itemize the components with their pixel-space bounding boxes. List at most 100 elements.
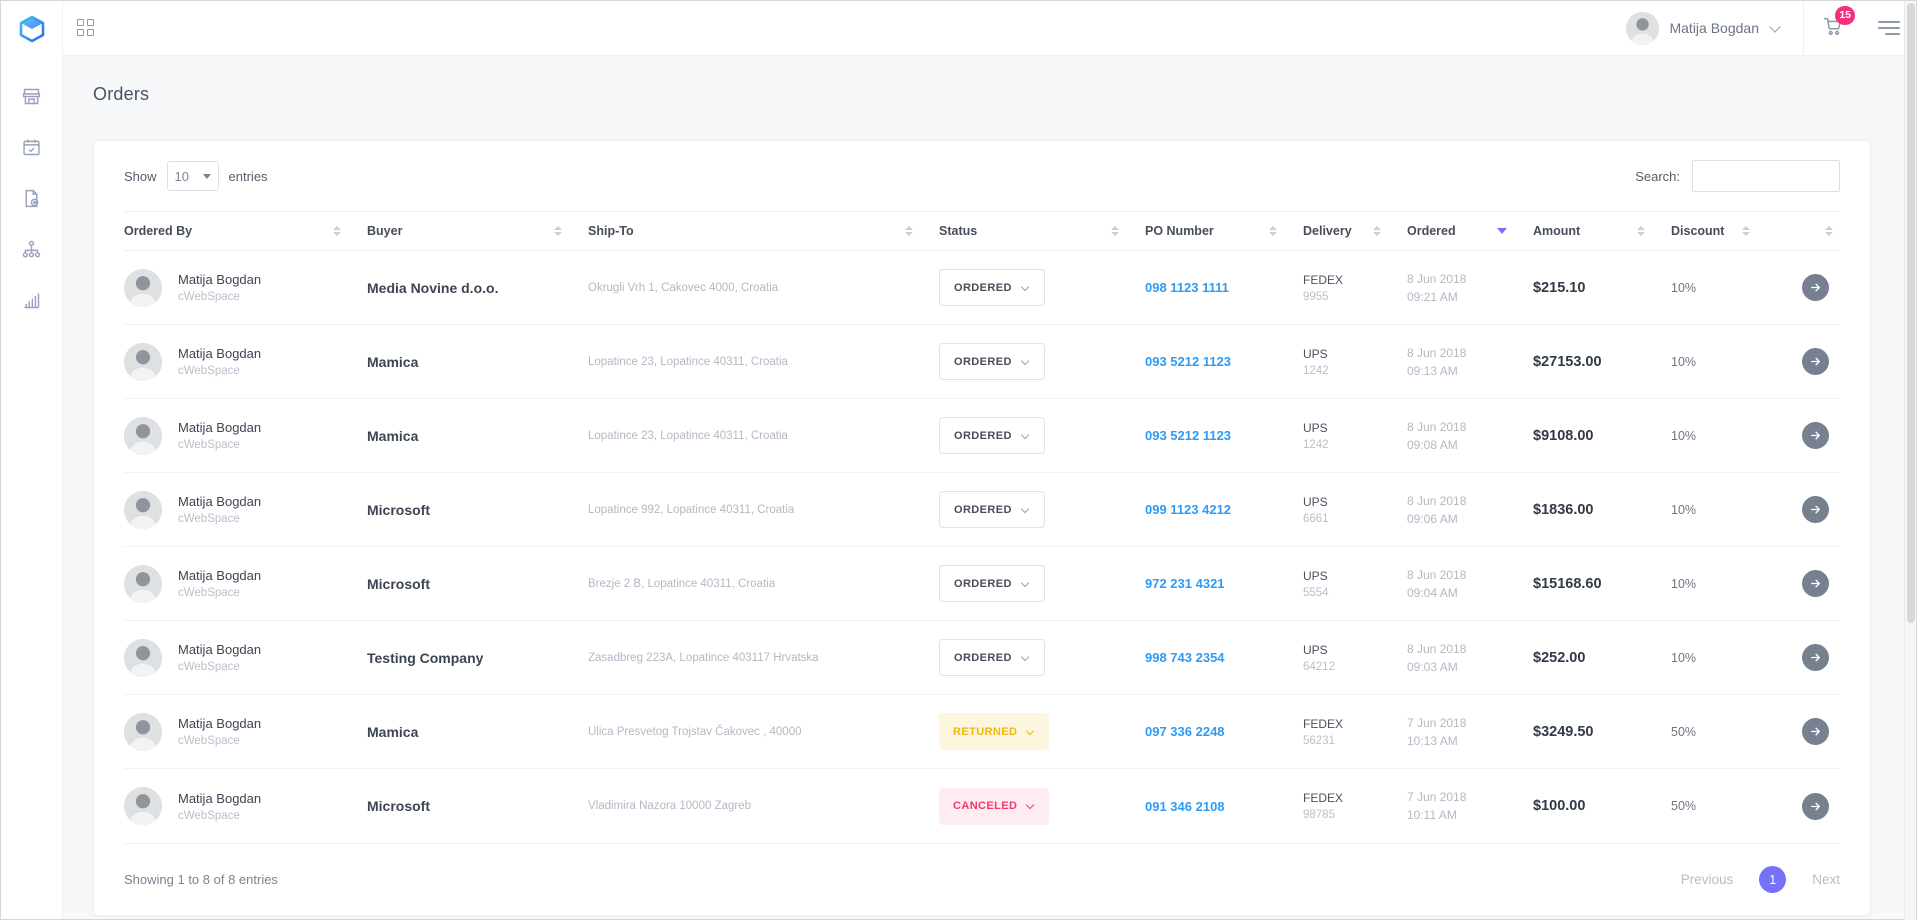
avatar-photo <box>124 417 162 455</box>
ordered-by-cell: Matija Bogdan cWebSpace <box>124 713 367 751</box>
status-button[interactable]: ORDERED <box>939 343 1045 380</box>
avatar <box>124 639 162 677</box>
open-order-button[interactable] <box>1802 496 1829 523</box>
sort-icon[interactable] <box>1497 228 1507 234</box>
po-number-link[interactable]: 099 1123 4212 <box>1145 502 1303 517</box>
status-button[interactable]: ORDERED <box>939 565 1045 602</box>
status-button[interactable]: ORDERED <box>939 491 1045 528</box>
column-header[interactable]: PO Number <box>1145 224 1303 238</box>
page-length-select[interactable]: 10 <box>167 161 219 191</box>
menu-toggle-icon[interactable] <box>1878 21 1900 35</box>
delivery-carrier: FEDEX <box>1303 717 1393 731</box>
delivery-carrier: FEDEX <box>1303 273 1393 287</box>
column-header[interactable] <box>1776 226 1859 236</box>
sidebar-item-reports[interactable] <box>20 288 44 312</box>
cart-count-badge: 15 <box>1835 6 1855 25</box>
open-order-button[interactable] <box>1802 570 1829 597</box>
sort-icon[interactable] <box>1111 226 1119 236</box>
discount-cell: 50% <box>1671 799 1776 813</box>
next-page-button[interactable]: Next <box>1812 872 1840 887</box>
apps-grid-icon[interactable] <box>77 19 95 37</box>
column-header[interactable]: Ordered By <box>124 224 367 238</box>
search-input[interactable] <box>1692 160 1840 192</box>
column-header[interactable]: Discount <box>1671 224 1776 238</box>
delivery-code: 6661 <box>1303 513 1393 525</box>
open-order-button[interactable] <box>1802 793 1829 820</box>
ordered-by-cell: Matija Bogdan cWebSpace <box>124 417 367 455</box>
status-button[interactable]: ORDERED <box>939 269 1045 306</box>
sort-icon[interactable] <box>1637 226 1645 236</box>
buyer-cell: Microsoft <box>367 798 588 814</box>
avatar-photo <box>124 565 162 603</box>
open-order-button[interactable] <box>1802 274 1829 301</box>
page-number-button[interactable]: 1 <box>1759 866 1786 893</box>
sort-icon[interactable] <box>1742 226 1750 236</box>
show-label: Show <box>124 169 157 184</box>
cart-button[interactable]: 15 <box>1822 15 1844 42</box>
delivery-cell: UPS 6661 <box>1303 495 1407 525</box>
ordered-by-cell: Matija Bogdan cWebSpace <box>124 343 367 381</box>
sort-icon[interactable] <box>1269 226 1277 236</box>
status-label: ORDERED <box>954 430 1012 442</box>
column-header[interactable]: Ship-To <box>588 224 939 238</box>
status-button[interactable]: ORDERED <box>939 417 1045 454</box>
sort-icon[interactable] <box>554 226 562 236</box>
column-header[interactable]: Status <box>939 224 1145 238</box>
scrollbar-thumb[interactable] <box>1907 3 1915 623</box>
app-logo[interactable] <box>1 1 62 56</box>
chart-icon <box>21 290 42 311</box>
ordered-cell: 7 Jun 2018 10:11 AM <box>1407 790 1533 822</box>
sidebar-item-calendar[interactable] <box>20 135 44 159</box>
avatar-photo <box>124 491 162 529</box>
po-number-link[interactable]: 093 5212 1123 <box>1145 354 1303 369</box>
vertical-scrollbar[interactable] <box>1904 1 1916 920</box>
column-header[interactable]: Amount <box>1533 224 1671 238</box>
table-row: Matija Bogdan cWebSpace Microsoft Lopati… <box>124 473 1840 547</box>
sort-icon[interactable] <box>333 226 341 236</box>
action-cell <box>1776 644 1859 671</box>
chevron-down-icon <box>1021 430 1029 438</box>
open-order-button[interactable] <box>1802 422 1829 449</box>
action-cell <box>1776 570 1859 597</box>
sort-icon[interactable] <box>1825 226 1833 236</box>
avatar <box>124 713 162 751</box>
ordered-cell: 8 Jun 2018 09:13 AM <box>1407 346 1533 378</box>
delivery-cell: FEDEX 56231 <box>1303 717 1407 747</box>
po-number-link[interactable]: 097 336 2248 <box>1145 724 1303 739</box>
po-number-link[interactable]: 091 346 2108 <box>1145 799 1303 814</box>
sort-icon[interactable] <box>905 226 913 236</box>
po-number-link[interactable]: 098 1123 1111 <box>1145 280 1303 295</box>
sidebar-item-invoices[interactable] <box>20 186 44 210</box>
user-menu[interactable]: Matija Bogdan <box>1626 12 1781 45</box>
previous-page-button[interactable]: Previous <box>1681 872 1734 887</box>
column-header[interactable]: Buyer <box>367 224 588 238</box>
po-number-link[interactable]: 972 231 4321 <box>1145 576 1303 591</box>
sidebar-item-store[interactable] <box>20 84 44 108</box>
avatar <box>124 491 162 529</box>
open-order-button[interactable] <box>1802 348 1829 375</box>
ordered-by-name: Matija Bogdan <box>178 346 261 361</box>
avatar <box>124 417 162 455</box>
arrow-right-icon <box>1809 651 1822 664</box>
table-footer: Showing 1 to 8 of 8 entries Previous 1 N… <box>124 843 1840 915</box>
po-number-link[interactable]: 998 743 2354 <box>1145 650 1303 665</box>
open-order-button[interactable] <box>1802 644 1829 671</box>
sidebar-item-organization[interactable] <box>20 237 44 261</box>
open-order-button[interactable] <box>1802 718 1829 745</box>
ordered-by-company: cWebSpace <box>178 661 261 673</box>
status-button[interactable]: RETURNED <box>939 713 1049 750</box>
status-button[interactable]: CANCELED <box>939 788 1049 825</box>
ordered-cell: 8 Jun 2018 09:04 AM <box>1407 568 1533 600</box>
avatar <box>124 343 162 381</box>
calendar-icon <box>21 137 42 158</box>
status-button[interactable]: ORDERED <box>939 639 1045 676</box>
column-header[interactable]: Delivery <box>1303 224 1407 238</box>
sort-icon[interactable] <box>1373 226 1381 236</box>
po-number-link[interactable]: 093 5212 1123 <box>1145 428 1303 443</box>
select-caret-icon <box>203 174 211 179</box>
status-cell: ORDERED <box>939 565 1145 602</box>
pagination: Previous 1 Next <box>1681 866 1840 893</box>
action-cell <box>1776 496 1859 523</box>
column-header[interactable]: Ordered <box>1407 224 1533 238</box>
delivery-cell: UPS 1242 <box>1303 421 1407 451</box>
